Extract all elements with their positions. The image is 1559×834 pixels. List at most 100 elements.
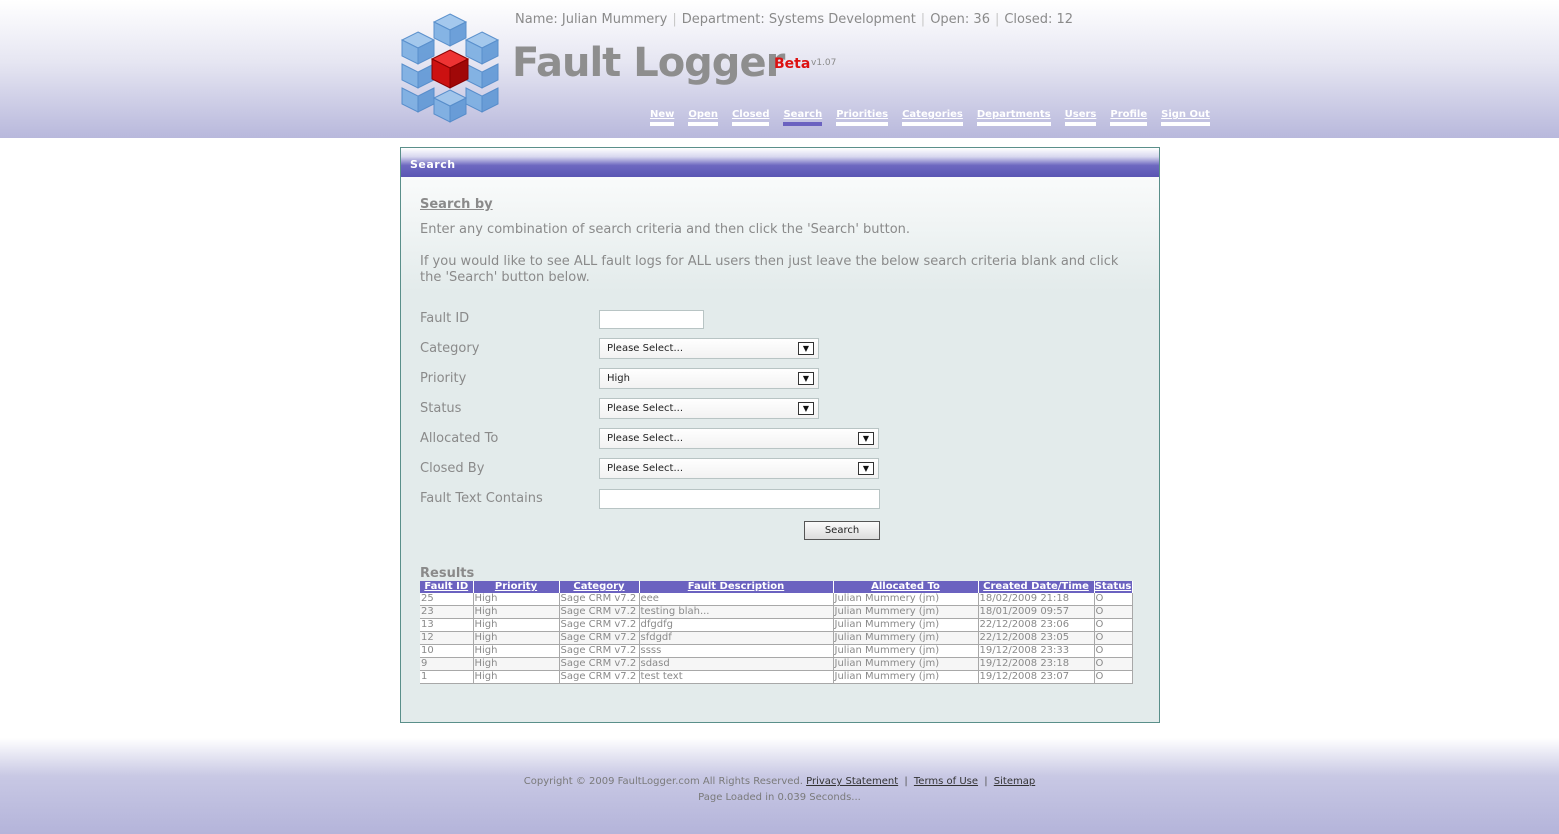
results-table: Fault ID Priority Category Fault Descrip… xyxy=(420,581,1133,684)
table-row[interactable]: 25 High Sage CRM v7.2 eee Julian Mummery (jm… xyxy=(420,593,1133,606)
cell-fault-description: testing blah... xyxy=(639,605,834,619)
table-row[interactable]: 1 High Sage CRM v7.2 test text Julian Mummer… xyxy=(420,670,1133,684)
fault-text-label: Fault Text Contains xyxy=(420,491,543,506)
cell-priority: High xyxy=(473,593,560,606)
cell-priority: High xyxy=(473,605,560,619)
cell-category: Sage CRM v7.2 xyxy=(559,593,640,606)
nav-departments[interactable]: Departments xyxy=(976,109,1051,126)
cell-fault-description: eee xyxy=(639,593,834,606)
column-header-category[interactable]: Category xyxy=(559,581,640,593)
column-header-allocated-to[interactable]: Allocated To xyxy=(833,581,979,593)
search-panel: Search Search by Enter any combination o… xyxy=(400,147,1160,723)
allocated-to-label: Allocated To xyxy=(420,431,499,446)
cell-fault-id: 12 xyxy=(420,631,474,645)
chevron-down-icon[interactable]: ▼ xyxy=(798,372,814,385)
chevron-down-icon[interactable]: ▼ xyxy=(798,342,814,355)
nav-closed[interactable]: Closed xyxy=(731,109,770,126)
app-title: Fault Logger xyxy=(512,40,785,86)
nav-categories[interactable]: Categories xyxy=(902,109,963,126)
open-count: Open: 36 xyxy=(930,12,990,27)
table-row[interactable]: 13 High Sage CRM v7.2 dfgdfg Julian Mummery … xyxy=(420,618,1133,632)
cell-category: Sage CRM v7.2 xyxy=(559,670,640,684)
cell-status: O xyxy=(1094,631,1133,645)
cell-created-date-time: 19/12/2008 23:33 xyxy=(978,644,1095,658)
cell-fault-description: dfgdfg xyxy=(639,618,834,632)
separator: | xyxy=(904,776,908,787)
column-header-fault-description[interactable]: Fault Description xyxy=(639,581,834,593)
panel-header: Search xyxy=(401,148,1159,177)
category-label: Category xyxy=(420,341,480,356)
cell-status: O xyxy=(1094,593,1133,606)
allocated-to-value: Please Select... xyxy=(607,433,684,444)
category-select[interactable]: Please Select... ▼ xyxy=(599,338,819,359)
results-heading: Results xyxy=(420,566,475,581)
cell-allocated-to: Julian Mummery (jm) xyxy=(833,644,979,658)
user-name: Name: Julian Mummery xyxy=(515,12,668,27)
table-row[interactable]: 10 High Sage CRM v7.2 ssss Julian Mummery (j… xyxy=(420,644,1133,658)
page-load-time: Page Loaded in 0.039 Seconds... xyxy=(698,792,861,803)
cell-allocated-to: Julian Mummery (jm) xyxy=(833,657,979,671)
chevron-down-icon[interactable]: ▼ xyxy=(798,402,814,415)
cell-priority: High xyxy=(473,644,560,658)
cell-created-date-time: 19/12/2008 23:18 xyxy=(978,657,1095,671)
instructions-all-text: If you would like to see ALL fault logs … xyxy=(420,254,1119,285)
column-header-created-date-time[interactable]: Created Date/Time xyxy=(978,581,1095,593)
cell-category: Sage CRM v7.2 xyxy=(559,618,640,632)
cell-fault-id: 25 xyxy=(420,593,474,606)
table-row[interactable]: 9 High Sage CRM v7.2 sdasd Julian Mummery (j… xyxy=(420,657,1133,671)
cell-category: Sage CRM v7.2 xyxy=(559,644,640,658)
privacy-statement-link[interactable]: Privacy Statement xyxy=(806,776,898,787)
user-info-bar: Name: Julian Mummery | Department: Systems… xyxy=(515,12,1073,27)
column-header-priority[interactable]: Priority xyxy=(473,581,560,593)
status-label: Status xyxy=(420,401,462,416)
sitemap-link[interactable]: Sitemap xyxy=(994,776,1035,787)
priority-value: High xyxy=(607,373,630,384)
nav-new[interactable]: New xyxy=(650,109,675,126)
nav-users[interactable]: Users xyxy=(1064,109,1097,126)
cell-fault-id: 1 xyxy=(420,670,474,684)
cell-status: O xyxy=(1094,618,1133,632)
cell-created-date-time: 19/12/2008 23:07 xyxy=(978,670,1095,684)
panel-title: Search xyxy=(410,158,456,171)
status-select[interactable]: Please Select... ▼ xyxy=(599,398,819,419)
table-row[interactable]: 23 High Sage CRM v7.2 testing blah... Julian… xyxy=(420,605,1133,619)
nav-priorities[interactable]: Priorities xyxy=(836,109,889,126)
column-header-fault-id[interactable]: Fault ID xyxy=(420,581,474,593)
closed-by-select[interactable]: Please Select... ▼ xyxy=(599,458,879,479)
separator: | xyxy=(994,12,1000,27)
cell-fault-description: sfdgdf xyxy=(639,631,834,645)
cell-priority: High xyxy=(473,670,560,684)
category-value: Please Select... xyxy=(607,343,684,354)
nav-search[interactable]: Search xyxy=(783,109,823,126)
cell-category: Sage CRM v7.2 xyxy=(559,657,640,671)
cell-created-date-time: 18/01/2009 09:57 xyxy=(978,605,1095,619)
user-department: Department: Systems Development xyxy=(681,12,916,27)
cell-status: O xyxy=(1094,670,1133,684)
search-button[interactable]: Search xyxy=(804,521,880,540)
cell-fault-id: 23 xyxy=(420,605,474,619)
allocated-to-select[interactable]: Please Select... ▼ xyxy=(599,428,879,449)
nav-sign-out[interactable]: Sign Out xyxy=(1161,109,1210,126)
nav-profile[interactable]: Profile xyxy=(1110,109,1148,126)
cell-status: O xyxy=(1094,605,1133,619)
fault-id-input[interactable] xyxy=(599,310,704,329)
priority-label: Priority xyxy=(420,371,467,386)
closed-by-label: Closed By xyxy=(420,461,485,476)
closed-by-value: Please Select... xyxy=(607,463,684,474)
priority-select[interactable]: High ▼ xyxy=(599,368,819,389)
search-by-heading: Search by xyxy=(420,197,493,212)
copyright-line: Copyright © 2009 FaultLogger.com All Rig… xyxy=(0,776,1559,787)
table-row[interactable]: 12 High Sage CRM v7.2 sfdgdf Julian Mummery … xyxy=(420,631,1133,645)
cell-created-date-time: 22/12/2008 23:05 xyxy=(978,631,1095,645)
cell-status: O xyxy=(1094,644,1133,658)
cell-fault-id: 10 xyxy=(420,644,474,658)
chevron-down-icon[interactable]: ▼ xyxy=(858,462,874,475)
terms-of-use-link[interactable]: Terms of Use xyxy=(914,776,978,787)
cell-fault-id: 9 xyxy=(420,657,474,671)
beta-label: Beta xyxy=(774,56,811,72)
column-header-status[interactable]: Status xyxy=(1094,581,1133,593)
cell-category: Sage CRM v7.2 xyxy=(559,605,640,619)
fault-text-input[interactable] xyxy=(599,489,880,509)
nav-open[interactable]: Open xyxy=(688,109,718,126)
chevron-down-icon[interactable]: ▼ xyxy=(858,432,874,445)
